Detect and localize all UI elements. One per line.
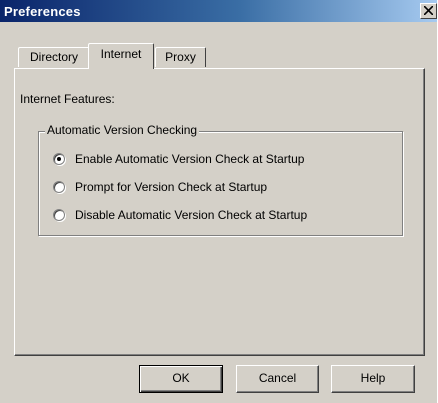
- preferences-dialog: Preferences Directory Internet Proxy Int…: [0, 0, 437, 403]
- ok-button[interactable]: OK: [139, 365, 223, 393]
- radio-button-selected[interactable]: [53, 153, 65, 165]
- cancel-button[interactable]: Cancel: [236, 365, 319, 393]
- help-button[interactable]: Help: [331, 365, 415, 393]
- radio-prompt-label: Prompt for Version Check at Startup: [75, 180, 268, 194]
- radio-enable-version-check[interactable]: Enable Automatic Version Check at Startu…: [53, 151, 304, 167]
- tab-proxy-label: Proxy: [165, 50, 196, 64]
- tab-directory-label: Directory: [29, 50, 78, 64]
- tab-proxy[interactable]: Proxy: [155, 47, 206, 67]
- radio-button[interactable]: [53, 181, 65, 193]
- tab-directory[interactable]: Directory: [18, 47, 90, 67]
- radio-button[interactable]: [53, 209, 65, 221]
- radio-prompt-version-check[interactable]: Prompt for Version Check at Startup: [53, 179, 267, 195]
- cancel-button-label: Cancel: [258, 371, 297, 385]
- title-bar[interactable]: Preferences: [0, 0, 437, 22]
- tab-internet-label: Internet: [100, 47, 142, 61]
- window-title: Preferences: [4, 4, 81, 19]
- close-button[interactable]: [420, 3, 437, 19]
- help-button-label: Help: [360, 371, 386, 385]
- internet-features-label: Internet Features:: [20, 92, 115, 106]
- radio-disable-label: Disable Automatic Version Check at Start…: [75, 208, 308, 222]
- radio-enable-label: Enable Automatic Version Check at Startu…: [75, 152, 305, 166]
- radio-disable-version-check[interactable]: Disable Automatic Version Check at Start…: [53, 207, 307, 223]
- version-checking-group-title: Automatic Version Checking: [45, 123, 200, 137]
- ok-button-label: OK: [172, 371, 190, 385]
- tab-internet[interactable]: Internet: [88, 43, 154, 69]
- close-icon: [424, 6, 433, 15]
